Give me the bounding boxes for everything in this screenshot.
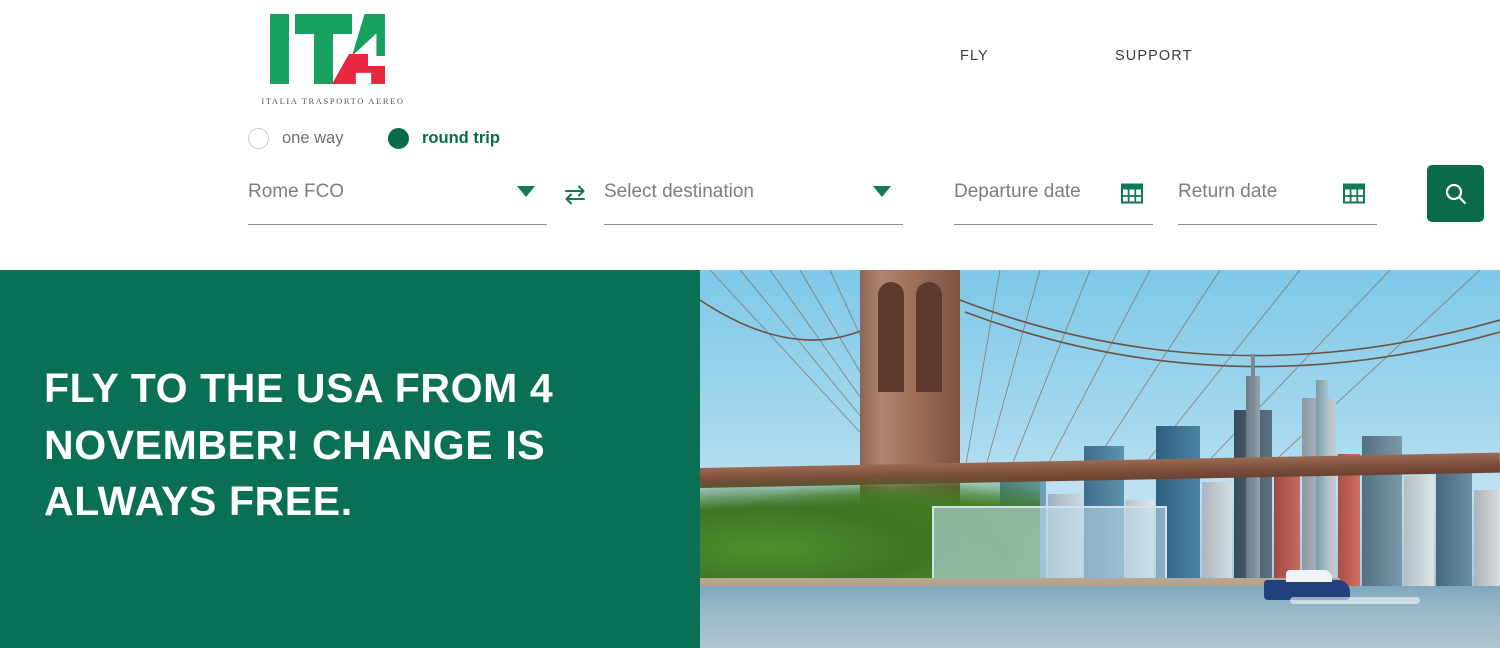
- return-date-field[interactable]: Return date: [1178, 170, 1377, 225]
- radio-button-one-way[interactable]: [248, 128, 269, 149]
- radio-label-one-way: one way: [282, 129, 344, 147]
- site-header: ITALIA TRASPORTO AEREO FLY SUPPORT: [0, 0, 1500, 120]
- destination-field[interactable]: Select destination: [604, 170, 903, 225]
- return-date-placeholder: Return date: [1178, 181, 1278, 202]
- departure-date-placeholder: Departure date: [954, 181, 1081, 202]
- search-icon: [1445, 183, 1466, 204]
- radio-option-one-way[interactable]: one way: [248, 128, 388, 149]
- logo-letter-t-stem: [314, 14, 333, 84]
- east-river-water: [700, 586, 1500, 648]
- origin-value: Rome FCO: [248, 181, 345, 202]
- calendar-icon-departure[interactable]: [1121, 183, 1143, 204]
- hero-headline: Fly to the USA from 4 November! Change i…: [44, 365, 554, 525]
- brand-logo[interactable]: ITALIA TRASPORTO AEREO: [248, 12, 418, 108]
- logo-letter-i: [270, 14, 289, 84]
- brand-tagline: ITALIA TRASPORTO AEREO: [261, 96, 405, 106]
- boat-wake: [1290, 597, 1420, 604]
- hero-text-panel: Fly to the USA from 4 November! Change i…: [0, 270, 700, 648]
- ita-logo-mark: [270, 12, 385, 84]
- hero-image-brooklyn-bridge: [700, 270, 1500, 648]
- origin-field[interactable]: Rome FCO: [248, 170, 547, 225]
- search-button[interactable]: [1427, 165, 1484, 222]
- destination-placeholder: Select destination: [604, 181, 754, 202]
- nav-item-support[interactable]: SUPPORT: [1115, 48, 1193, 64]
- swap-arrows-icon: [564, 185, 586, 205]
- swap-origin-destination-button[interactable]: [558, 178, 592, 212]
- tower-arch-right: [916, 282, 942, 392]
- logo-letter-a-red: [332, 54, 385, 84]
- calendar-icon-return[interactable]: [1343, 183, 1365, 204]
- radio-option-round-trip[interactable]: round trip: [388, 128, 500, 149]
- trip-type-selector: one way round trip: [248, 128, 500, 149]
- chevron-down-icon-origin[interactable]: [517, 186, 535, 197]
- main-navigation: FLY SUPPORT: [960, 48, 1193, 64]
- departure-date-field[interactable]: Departure date: [954, 170, 1153, 225]
- jane-carousel-glass-pavilion: [932, 506, 1167, 584]
- radio-button-round-trip[interactable]: [388, 128, 409, 149]
- hero-banner: Fly to the USA from 4 November! Change i…: [0, 270, 1500, 648]
- chevron-down-icon-destination[interactable]: [873, 186, 891, 197]
- logo-letter-a-green: [352, 14, 385, 56]
- radio-label-round-trip: round trip: [422, 129, 500, 147]
- ferry-boat-cabin: [1286, 570, 1332, 582]
- nav-item-fly[interactable]: FLY: [960, 48, 1115, 64]
- tower-arch-left: [878, 282, 904, 392]
- flight-search-bar: Rome FCO Select destination Departure da…: [0, 165, 1500, 240]
